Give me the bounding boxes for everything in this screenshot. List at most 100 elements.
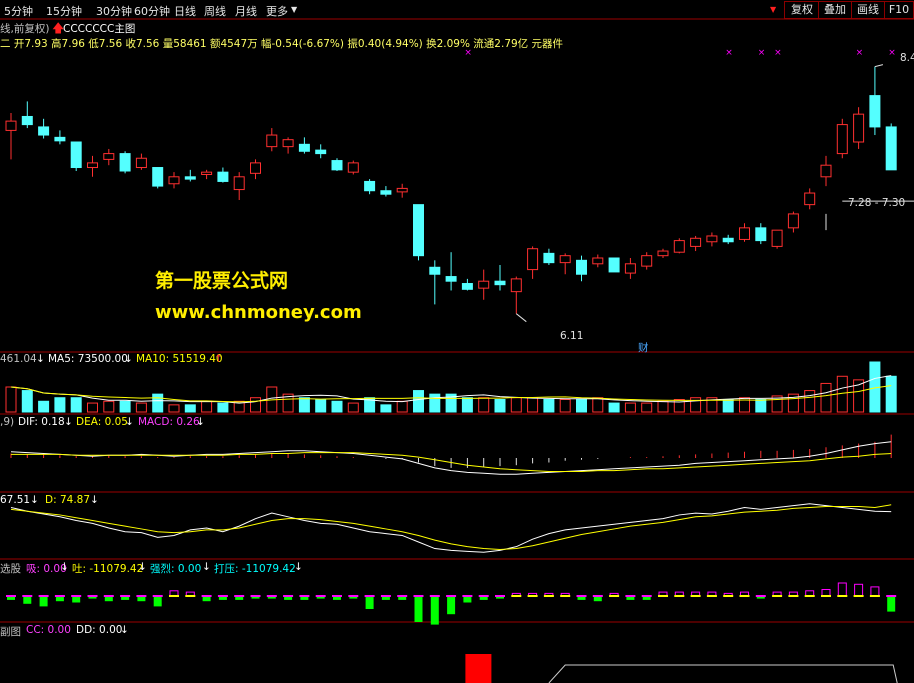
- volume-bar: [152, 393, 164, 413]
- candle-body: [315, 149, 327, 155]
- volume-bar: [592, 397, 604, 413]
- candle-body: [429, 266, 441, 275]
- dd-arrow: ↓: [120, 624, 129, 636]
- candle-body: [445, 276, 457, 282]
- d-label: D: 74.87: [45, 494, 91, 506]
- flow-bar-down: [39, 596, 48, 607]
- vol-label-down-arrow: ↓: [36, 353, 45, 365]
- volume-bar: [5, 386, 17, 413]
- finance-marker[interactable]: 财: [638, 340, 649, 355]
- volume-bar: [494, 399, 506, 413]
- volume-bar: [543, 399, 555, 413]
- event-marker: ×: [464, 48, 472, 58]
- candle-body: [706, 235, 718, 243]
- tu-arrow: ↓: [138, 561, 147, 573]
- volume-bar: [168, 404, 180, 413]
- volume-bar: [380, 404, 392, 413]
- volume-bar: [413, 390, 424, 413]
- candle-body: [364, 180, 376, 192]
- candle-body: [836, 124, 848, 155]
- candle-body: [103, 153, 115, 160]
- candle-body: [250, 162, 261, 174]
- candle-body: [869, 95, 881, 128]
- vol-ma10-up-arrow: ↑: [214, 353, 223, 365]
- vol-label: 461.04: [0, 353, 37, 365]
- candle-body: [380, 190, 392, 195]
- volume-bar: [396, 400, 408, 413]
- dd-label: DD: 0.00: [76, 624, 123, 636]
- flow-bar-down: [365, 596, 374, 609]
- d-arrow: ↓: [90, 494, 99, 506]
- candle-body: [820, 164, 832, 178]
- dea-line: [11, 452, 892, 472]
- flow-bar-down: [23, 596, 32, 604]
- candle-body: [461, 283, 473, 290]
- volume-bar: [657, 400, 669, 413]
- macd-param-label: ,9): [0, 416, 15, 428]
- candle-body: [21, 115, 33, 126]
- macd-label: MACD: 0.26: [138, 416, 200, 428]
- candle-body: [54, 136, 66, 142]
- vol-ma10-label: MA10: 51519.40: [136, 353, 223, 365]
- volume-bar: [331, 400, 343, 413]
- low-pointer: [515, 313, 527, 323]
- k-arrow: ↓: [30, 494, 39, 506]
- volume-bar: [641, 402, 653, 413]
- volume-bar: [608, 402, 620, 413]
- flow-bar-down: [430, 596, 439, 625]
- volume-bar: [298, 397, 310, 413]
- candle-body: [804, 192, 816, 206]
- candle-body: [168, 176, 180, 185]
- flow-bar-up: [854, 583, 864, 597]
- flow-panel-name: 选股: [0, 563, 21, 575]
- flow-bar-down: [414, 596, 423, 622]
- candle-body: [87, 162, 98, 169]
- candle-body: [201, 171, 213, 175]
- volume-bar: [478, 397, 490, 413]
- candle-body: [152, 167, 164, 187]
- daya-arrow: ↓: [294, 561, 303, 573]
- candle-body: [119, 153, 131, 172]
- volume-bar: [755, 399, 767, 413]
- candle-body: [266, 134, 278, 148]
- vol-ma5-down-arrow: ↓: [124, 353, 133, 365]
- volume-bar: [54, 397, 66, 413]
- candle-body: [510, 278, 522, 293]
- candle-body: [771, 229, 783, 247]
- volume-bar: [722, 399, 734, 413]
- vol-ma5-label: MA5: 73500.00: [48, 353, 128, 365]
- qiang-label: 强烈: 0.00: [150, 563, 202, 575]
- volume-bar: [885, 375, 897, 413]
- dd-line: [548, 664, 898, 683]
- daya-label: 打压: -11079.42: [214, 563, 296, 575]
- volume-bar: [21, 390, 33, 413]
- candle-body: [478, 280, 490, 289]
- flow-bar-up: [870, 586, 880, 597]
- volume-bar: [135, 402, 147, 413]
- candle-body: [755, 227, 767, 242]
- xi-arrow: ↓: [60, 561, 69, 573]
- volume-bar: [347, 402, 359, 413]
- candle-body: [690, 237, 702, 247]
- flow-bar-down: [447, 596, 456, 615]
- k-label: 67.51: [0, 494, 31, 506]
- stock-chart: × × × × × ×: [0, 18, 914, 683]
- candle-body: [885, 126, 897, 171]
- volume-bar: [559, 399, 571, 413]
- candle-body: [543, 252, 555, 264]
- qiang-arrow: ↓: [202, 561, 211, 573]
- d-line: [10, 504, 892, 550]
- candle-body: [217, 171, 229, 182]
- watermark-title: 第一股票公式网: [155, 270, 289, 292]
- candle-body: [608, 257, 620, 273]
- candle-body: [135, 157, 147, 169]
- tu-label: 吐: -11079.42: [72, 563, 144, 575]
- event-marker: ×: [888, 48, 896, 58]
- candle-body: [396, 187, 408, 193]
- candle-body: [559, 255, 571, 264]
- candle-body: [527, 248, 539, 271]
- event-marker: ×: [725, 48, 733, 58]
- candle-body: [184, 176, 196, 180]
- volume-bar: [103, 400, 115, 413]
- dea-label: DEA: 0.05: [76, 416, 128, 428]
